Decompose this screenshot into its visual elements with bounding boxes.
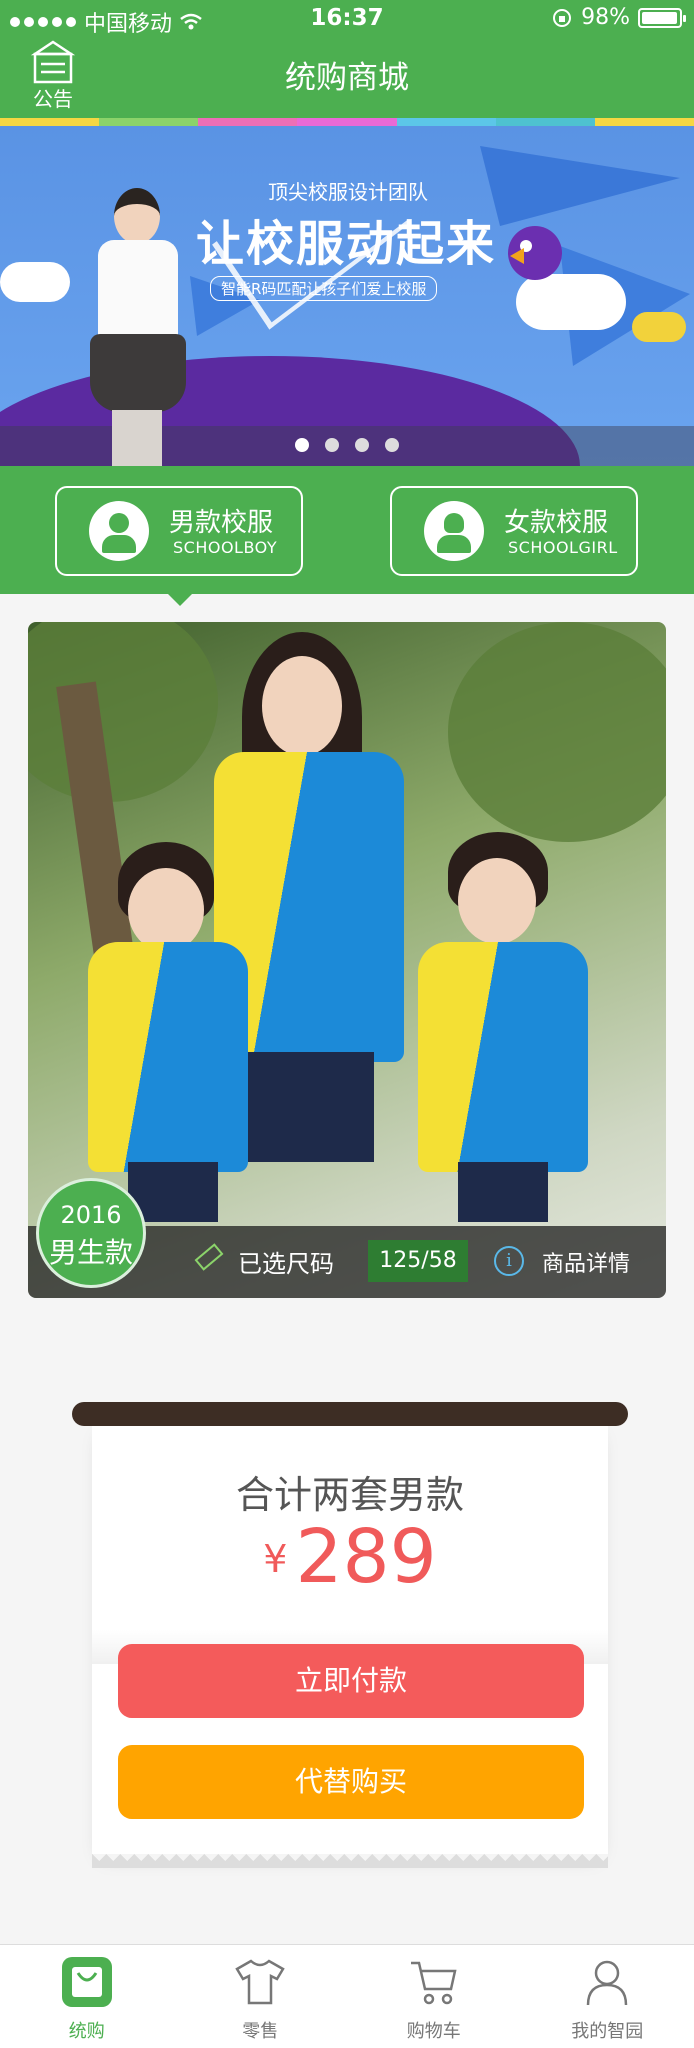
currency-symbol: ¥ xyxy=(263,1537,288,1581)
boy-uniform-button[interactable]: 男款校服 SCHOOLBOY xyxy=(55,486,303,576)
category-title: 女款校服 xyxy=(504,508,609,538)
category-bar: 男款校服 SCHOOLBOY 女款校服 SCHOOLGIRL xyxy=(0,466,694,594)
scroll-rod xyxy=(72,1402,628,1426)
banner-shape xyxy=(480,146,680,226)
product-year: 2016 xyxy=(60,1201,122,1229)
battery-icon xyxy=(638,7,686,28)
tab-label: 零售 xyxy=(242,2021,279,2042)
cloud-decoration xyxy=(516,274,626,330)
order-price: ¥289 xyxy=(92,1514,608,1600)
girl-uniform-button[interactable]: 女款校服 SCHOOLGIRL xyxy=(390,486,638,576)
category-subtitle: SCHOOLBOY xyxy=(173,538,278,557)
tab-label: 统购 xyxy=(68,2021,105,2042)
banner-pager[interactable] xyxy=(0,438,694,452)
bottom-tab-bar: 统购 零售 购物车 我的智园 xyxy=(0,1944,694,2048)
banner-tagline: 智能R码匹配让孩子们爱上校服 xyxy=(210,276,438,301)
category-title: 男款校服 xyxy=(169,508,274,538)
price-value: 289 xyxy=(295,1514,437,1600)
pay-now-button[interactable]: 立即付款 xyxy=(118,1644,584,1718)
info-icon[interactable]: i xyxy=(494,1246,524,1276)
app-screen: 中国移动 16:37 98% 公告 统购商城 顶尖校服设计团队 让校服动起来 智… xyxy=(0,0,694,2048)
battery-percent: 98% xyxy=(581,5,630,30)
tab-group-buy[interactable]: 统购 xyxy=(0,1945,174,2048)
shopping-bag-icon xyxy=(61,1957,112,2007)
photo-background xyxy=(28,622,218,802)
rainbow-divider xyxy=(0,118,694,126)
pager-dot[interactable] xyxy=(385,438,399,452)
banner-model-image xyxy=(82,188,192,466)
rotation-lock-icon xyxy=(553,8,572,27)
ruler-icon xyxy=(194,1243,224,1271)
size-label[interactable]: 已选尺码 xyxy=(238,1244,334,1279)
user-icon xyxy=(587,1960,628,2006)
product-year-badge: 2016 男生款 xyxy=(36,1178,146,1288)
boy-icon xyxy=(89,501,149,561)
category-pointer xyxy=(168,594,192,606)
bird-mascot-icon xyxy=(508,226,562,280)
girl-icon xyxy=(424,501,484,561)
tab-label: 我的智园 xyxy=(571,2021,644,2042)
category-subtitle: SCHOOLGIRL xyxy=(508,538,618,557)
status-bar: 中国移动 16:37 98% xyxy=(0,0,694,38)
tab-retail[interactable]: 零售 xyxy=(174,1945,348,2048)
promo-banner[interactable]: 顶尖校服设计团队 让校服动起来 智能R码匹配让孩子们爱上校服 xyxy=(0,126,694,466)
pager-dot[interactable] xyxy=(295,438,309,452)
pager-dot[interactable] xyxy=(325,438,339,452)
buy-for-others-button[interactable]: 代替购买 xyxy=(118,1745,584,1819)
cart-icon xyxy=(410,1961,457,2005)
cloud-decoration xyxy=(632,312,686,342)
product-detail-link[interactable]: 商品详情 xyxy=(542,1246,630,1278)
size-value-badge[interactable]: 125/58 xyxy=(368,1240,468,1282)
photo-background xyxy=(448,622,666,842)
order-total-label: 合计两套男款 xyxy=(235,1473,464,1517)
cloud-decoration xyxy=(0,262,70,302)
banner-title: 让校服动起来 xyxy=(196,216,497,272)
tab-cart[interactable]: 购物车 xyxy=(347,1945,521,2048)
tab-label: 购物车 xyxy=(406,2021,461,2042)
tab-my-garden[interactable]: 我的智园 xyxy=(521,1945,694,2048)
receipt-torn-edge xyxy=(92,1854,608,1868)
page-title: 统购商城 xyxy=(285,60,409,96)
banner-subtitle: 顶尖校服设计团队 xyxy=(268,180,428,204)
product-kind: 男生款 xyxy=(48,1236,133,1269)
pager-dot[interactable] xyxy=(355,438,369,452)
tshirt-icon xyxy=(235,1959,285,2005)
nav-bar: 公告 统购商城 xyxy=(0,38,694,118)
